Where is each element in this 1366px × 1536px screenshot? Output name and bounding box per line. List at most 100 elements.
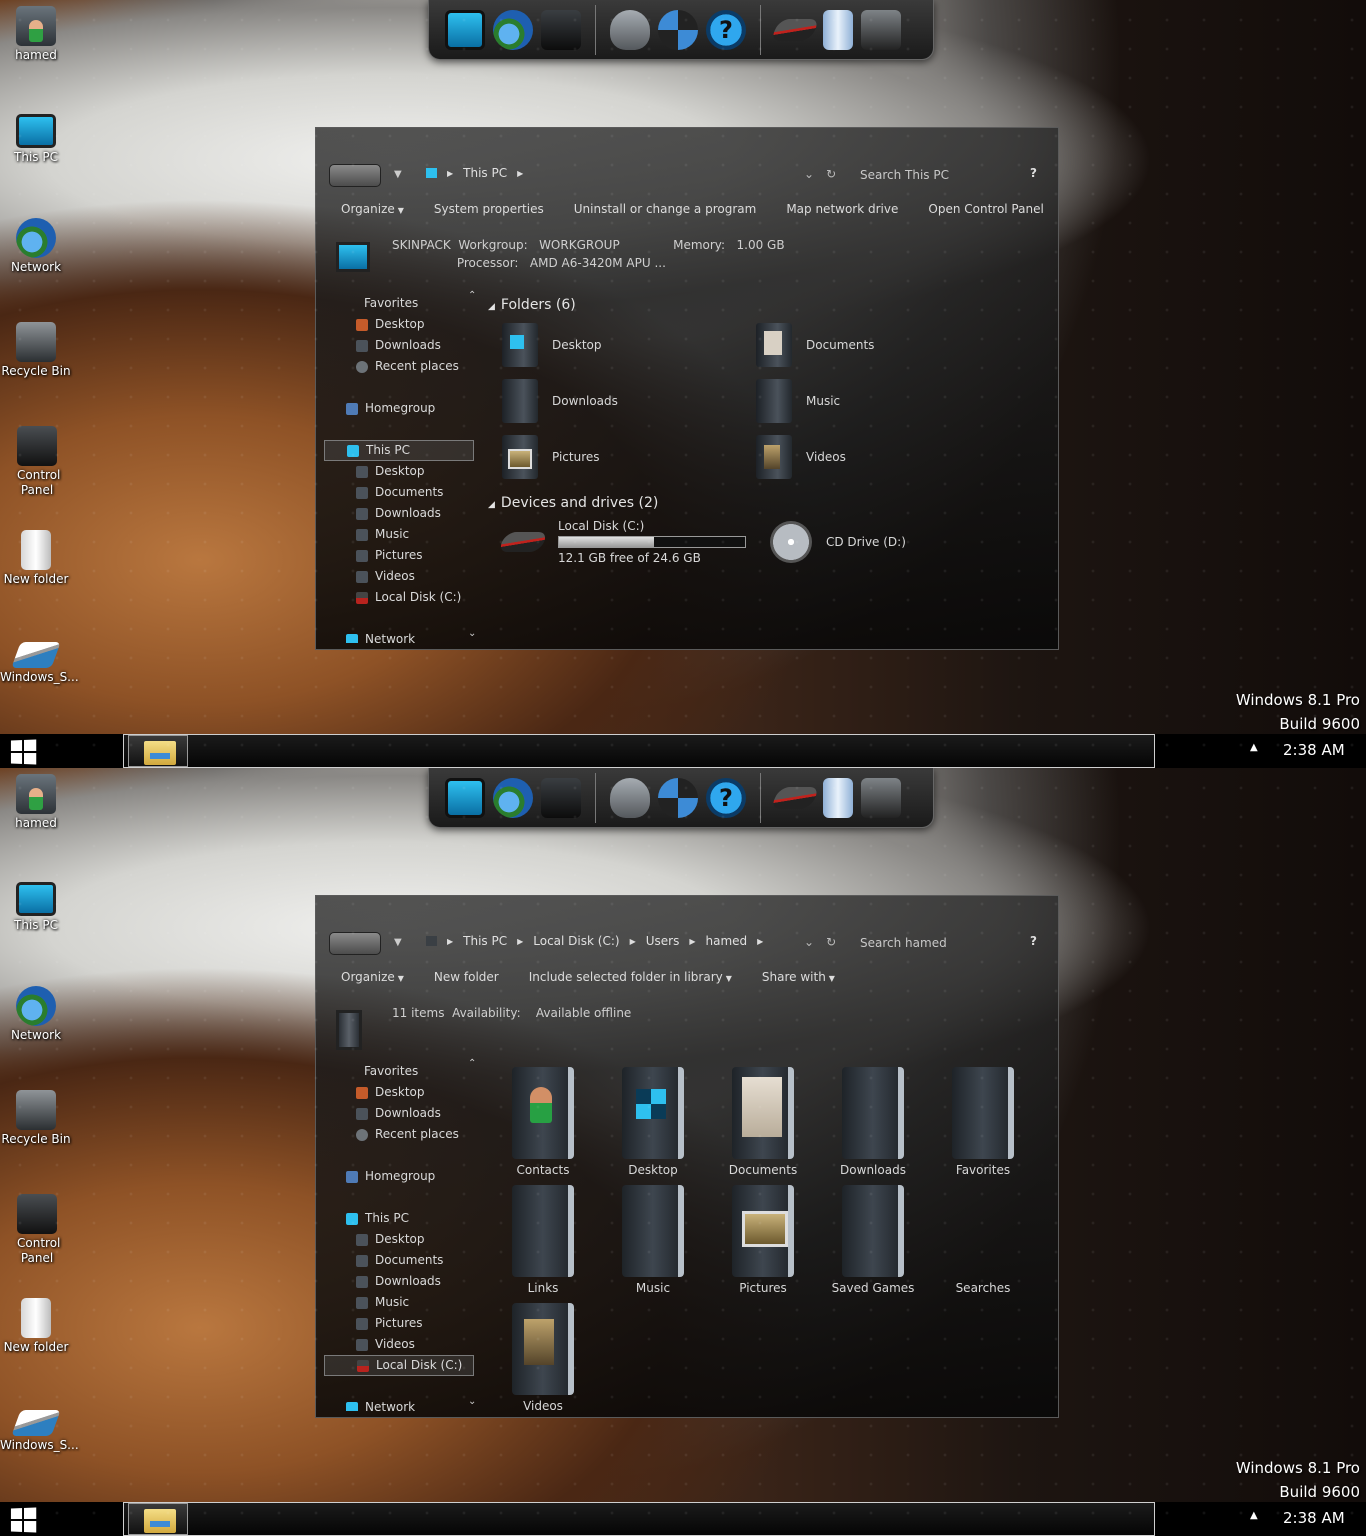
network-icon[interactable] xyxy=(493,9,533,50)
nav-homegroup[interactable]: Homegroup xyxy=(324,1166,474,1187)
chevron-right-icon[interactable]: ▶ xyxy=(447,169,453,178)
start-button[interactable] xyxy=(10,739,38,765)
desktop-icon-control-panel[interactable]: Control Panel xyxy=(0,1194,74,1266)
this-pc-icon[interactable] xyxy=(445,9,485,50)
nav-item[interactable]: Downloads xyxy=(324,1271,474,1292)
security-icon[interactable] xyxy=(658,9,698,50)
drives-group-header[interactable]: ◢ Devices and drives (2) xyxy=(488,491,1048,515)
organize-button[interactable]: Organize ▼ xyxy=(341,202,404,216)
help-button[interactable]: ? xyxy=(1030,166,1037,180)
folder-item[interactable]: Documents xyxy=(708,1067,818,1179)
nav-this-pc[interactable]: This PC xyxy=(324,440,474,461)
control-panel-icon[interactable] xyxy=(541,9,581,50)
nav-item[interactable]: Desktop xyxy=(324,314,474,335)
share-with-button[interactable]: Share with ▼ xyxy=(762,970,835,984)
help-icon[interactable]: ? xyxy=(706,9,746,50)
breadcrumb-item[interactable]: Local Disk (C:) xyxy=(533,934,619,948)
folder-item[interactable]: Music xyxy=(598,1185,708,1297)
back-forward-buttons[interactable] xyxy=(329,164,381,187)
recycle-bin-icon[interactable] xyxy=(861,9,901,50)
chevron-right-icon[interactable]: ▶ xyxy=(689,937,695,946)
breadcrumb-item[interactable]: This PC xyxy=(463,166,507,180)
include-in-library-button[interactable]: Include selected folder in library ▼ xyxy=(529,970,732,984)
folder-item[interactable]: Desktop xyxy=(502,323,756,367)
hard-drive-icon[interactable] xyxy=(769,18,821,41)
gamepad-icon[interactable] xyxy=(610,9,650,50)
nav-item[interactable]: Downloads xyxy=(324,503,474,524)
refresh-icon[interactable]: ↻ xyxy=(826,935,836,949)
help-button[interactable]: ? xyxy=(1030,934,1037,948)
nav-item[interactable]: Recent places xyxy=(324,356,474,377)
document-icon[interactable] xyxy=(823,9,853,50)
folder-item[interactable]: Links xyxy=(488,1185,598,1297)
search-input[interactable]: Search hamed xyxy=(860,936,947,950)
nav-favorites[interactable]: Favorites xyxy=(324,1061,474,1082)
hard-drive-icon[interactable] xyxy=(769,786,821,809)
nav-item[interactable]: Music xyxy=(324,1292,474,1313)
desktop-icon-user[interactable]: hamed xyxy=(0,6,72,63)
folder-item[interactable]: Contacts xyxy=(488,1067,598,1179)
drive-item-c[interactable]: Local Disk (C:) 12.1 GB free of 24.6 GB xyxy=(497,519,756,565)
nav-item[interactable]: Videos xyxy=(324,566,474,587)
help-icon[interactable]: ? xyxy=(706,777,746,818)
desktop-icon-user[interactable]: hamed xyxy=(0,774,72,831)
nav-item[interactable]: Pictures xyxy=(324,545,474,566)
folder-item[interactable]: Saved Games xyxy=(818,1185,928,1297)
chevron-down-icon[interactable]: ⌄ xyxy=(804,167,814,181)
chevron-down-icon[interactable]: ⌄ xyxy=(468,1396,476,1407)
security-icon[interactable] xyxy=(658,777,698,818)
nav-item[interactable]: Documents xyxy=(324,482,474,503)
clock[interactable]: 2:38 AM xyxy=(1283,741,1345,759)
back-forward-buttons[interactable] xyxy=(329,932,381,955)
chevron-right-icon[interactable]: ▶ xyxy=(630,937,636,946)
search-input[interactable]: Search This PC xyxy=(860,168,949,182)
folder-item[interactable]: Documents xyxy=(756,323,1010,367)
chevron-right-icon[interactable]: ▶ xyxy=(757,937,763,946)
nav-network[interactable]: Network xyxy=(324,1397,474,1411)
drive-item-d[interactable]: CD Drive (D:) xyxy=(770,519,1024,565)
folder-item[interactable]: Searches xyxy=(928,1185,1038,1297)
desktop-icon-control-panel[interactable]: Control Panel xyxy=(0,426,74,498)
folder-item[interactable]: Downloads xyxy=(818,1067,928,1179)
desktop-icon-network[interactable]: Network xyxy=(0,218,72,275)
nav-favorites[interactable]: Favorites xyxy=(324,293,474,314)
file-explorer-taskbar-button[interactable] xyxy=(128,1503,188,1535)
control-panel-icon[interactable] xyxy=(541,777,581,818)
breadcrumb-item[interactable]: Users xyxy=(646,934,680,948)
desktop-icon-new-folder[interactable]: New folder xyxy=(0,530,72,587)
breadcrumb-item[interactable]: This PC xyxy=(463,934,507,948)
folder-item[interactable]: Downloads xyxy=(502,379,756,423)
nav-item[interactable]: Downloads xyxy=(324,335,474,356)
nav-item[interactable]: Videos xyxy=(324,1334,474,1355)
folder-item[interactable]: Desktop xyxy=(598,1067,708,1179)
nav-item[interactable]: Documents xyxy=(324,1250,474,1271)
desktop-icon-windows-s[interactable]: Windows_S... xyxy=(0,642,79,685)
new-folder-button[interactable]: New folder xyxy=(434,970,499,984)
desktop-icon-this-pc[interactable]: This PC xyxy=(0,882,72,933)
chevron-right-icon[interactable]: ▶ xyxy=(447,937,453,946)
folder-item[interactable]: Videos xyxy=(488,1303,598,1415)
chevron-right-icon[interactable]: ▶ xyxy=(517,937,523,946)
chevron-down-icon[interactable]: ⌄ xyxy=(468,628,476,639)
gamepad-icon[interactable] xyxy=(610,777,650,818)
show-hidden-icons-button[interactable]: ▲ xyxy=(1250,742,1258,753)
recent-locations-dropdown[interactable]: ▼ xyxy=(394,169,402,180)
desktop-icon-network[interactable]: Network xyxy=(0,986,72,1043)
desktop-icon-windows-s[interactable]: Windows_S... xyxy=(0,1410,79,1453)
nav-item[interactable]: Music xyxy=(324,524,474,545)
folder-item[interactable]: Videos xyxy=(756,435,1010,479)
desktop-icon-recycle-bin[interactable]: Recycle Bin xyxy=(0,322,72,379)
recycle-bin-icon[interactable] xyxy=(861,777,901,818)
nav-this-pc[interactable]: This PC xyxy=(324,1208,474,1229)
desktop-icon-new-folder[interactable]: New folder xyxy=(0,1298,72,1355)
nav-item[interactable]: Local Disk (C:) xyxy=(324,587,474,608)
network-icon[interactable] xyxy=(493,777,533,818)
document-icon[interactable] xyxy=(823,777,853,818)
show-hidden-icons-button[interactable]: ▲ xyxy=(1250,1510,1258,1521)
desktop-icon-recycle-bin[interactable]: Recycle Bin xyxy=(0,1090,72,1147)
folder-item[interactable]: Pictures xyxy=(502,435,756,479)
chevron-down-icon[interactable]: ⌄ xyxy=(804,935,814,949)
clock[interactable]: 2:38 AM xyxy=(1283,1509,1345,1527)
desktop-icon-this-pc[interactable]: This PC xyxy=(0,114,72,165)
system-properties-button[interactable]: System properties xyxy=(434,202,544,216)
